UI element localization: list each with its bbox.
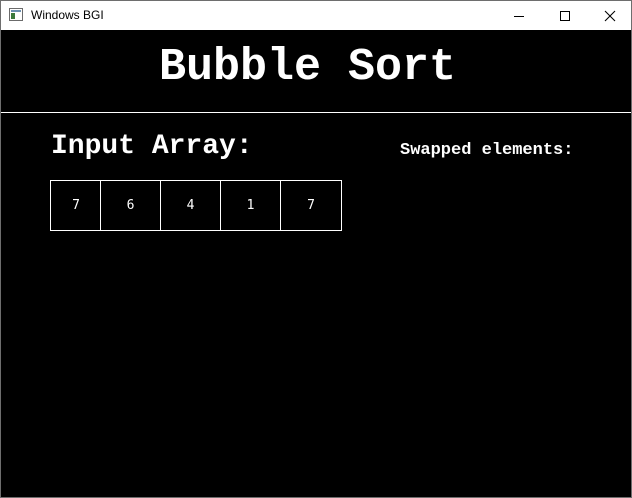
app-icon <box>9 8 23 21</box>
array-cell: 1 <box>220 180 280 231</box>
title-divider <box>1 112 631 113</box>
window-title: Windows BGI <box>31 8 104 22</box>
swapped-elements-label: Swapped elements: <box>400 141 574 160</box>
graphics-canvas: Bubble Sort Input Array: Swapped element… <box>1 30 631 497</box>
minimize-icon <box>514 15 524 17</box>
page-title: Bubble Sort <box>159 42 457 93</box>
maximize-button[interactable] <box>542 1 588 30</box>
array-cell: 6 <box>100 180 160 231</box>
maximize-icon <box>560 10 570 21</box>
bgi-window: Windows BGI Bubble Sort Input Array: Swa… <box>0 0 632 498</box>
array-cell: 7 <box>50 180 101 231</box>
close-button[interactable] <box>587 1 632 30</box>
array-cell: 7 <box>280 180 342 231</box>
minimize-button[interactable] <box>496 1 542 30</box>
title-bar[interactable]: Windows BGI <box>1 1 631 30</box>
close-icon <box>604 10 616 21</box>
input-array-label: Input Array: <box>51 131 253 162</box>
array-cell: 4 <box>160 180 220 231</box>
